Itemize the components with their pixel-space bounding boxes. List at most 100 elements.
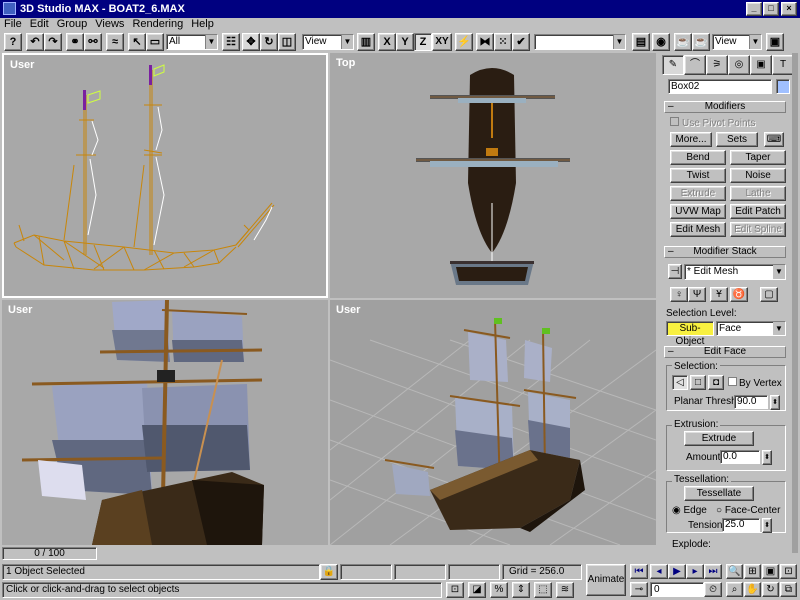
viewport-user-bottom-right[interactable]: User [330, 300, 656, 545]
make-unique-icon[interactable]: Ұ [710, 287, 728, 302]
uvw-map-button[interactable]: UVW Map [670, 204, 726, 219]
percent-snap-icon[interactable]: % [490, 582, 508, 598]
align-icon[interactable]: ✔ [512, 33, 530, 51]
amount-spinner[interactable]: ⬍ [762, 450, 772, 465]
time-slider[interactable]: 0 / 100 [2, 547, 97, 560]
edit-patch-button[interactable]: Edit Patch [730, 204, 786, 219]
degrade-override-icon[interactable]: ≋ [556, 582, 574, 598]
lathe-button[interactable]: Lathe [730, 186, 786, 201]
select-object-icon[interactable]: ↖ [128, 33, 146, 51]
zoom-extents-icon[interactable]: ▣ [762, 564, 779, 579]
sub-object-button[interactable]: Sub-Object [666, 321, 714, 347]
face-select-icon[interactable]: ◁ [672, 375, 688, 390]
undo-icon[interactable]: ↶ [26, 33, 44, 51]
modifier-stack-rollout-header[interactable]: – Modifier Stack [664, 246, 786, 258]
inverse-kinematics-icon[interactable]: ⚡ [455, 33, 473, 51]
hierarchy-tab-icon[interactable]: ⚞ [706, 55, 728, 75]
planar-thresh-spinner[interactable]: ⬍ [770, 395, 780, 410]
display-tab-icon[interactable]: ▣ [750, 55, 772, 75]
element-select-icon[interactable]: ◘ [708, 375, 724, 390]
show-end-result-icon[interactable]: Ψ [688, 287, 706, 302]
unlink-icon[interactable]: ⚯ [84, 33, 102, 51]
polygon-select-icon[interactable]: □ [690, 375, 706, 390]
redo-icon[interactable]: ↷ [44, 33, 62, 51]
maximize-button[interactable]: □ [763, 2, 779, 16]
go-to-end-icon[interactable]: ⏭ [704, 564, 722, 579]
spinner-snap-icon[interactable]: ⇕ [512, 582, 530, 598]
move-icon[interactable]: ✥ [242, 33, 260, 51]
menu-help[interactable]: Help [191, 18, 214, 30]
taper-button[interactable]: Taper [730, 150, 786, 165]
select-by-name-icon[interactable]: ☷ [222, 33, 240, 51]
edit-mesh-button[interactable]: Edit Mesh [670, 222, 726, 237]
face-center-radio[interactable]: ○ Face-Center [716, 505, 780, 516]
viewport-user-top-left[interactable]: User [2, 53, 328, 298]
rotate-icon[interactable]: ↻ [260, 33, 278, 51]
selection-filter-dropdown[interactable]: All ▼ [166, 34, 218, 50]
scale-icon[interactable]: ◫ [278, 33, 296, 51]
pin-stack-icon[interactable]: ⊣ [668, 264, 682, 279]
quick-render-icon[interactable]: ☕ [692, 33, 710, 51]
command-panel-scrollbar[interactable] [792, 53, 798, 553]
current-frame-field[interactable]: 0 [650, 582, 704, 597]
min-max-toggle-icon[interactable]: ⧉ [780, 582, 797, 597]
render-scene-icon[interactable]: ☕ [674, 33, 692, 51]
configure-sets-icon[interactable]: ⌨ [764, 132, 784, 147]
axis-y-button[interactable]: Y [396, 33, 414, 51]
object-color-swatch[interactable] [776, 79, 790, 94]
key-mode-icon[interactable]: ⊸ [630, 582, 648, 597]
noise-button[interactable]: Noise [730, 168, 786, 183]
render-view-dropdown[interactable]: View ▼ [712, 34, 762, 50]
bind-space-warp-icon[interactable]: ≈ [106, 33, 124, 51]
modifier-stack-dropdown[interactable]: * Edit Mesh ▼ [684, 264, 786, 280]
mirror-icon[interactable]: ⧓ [476, 33, 494, 51]
sub-object-level-dropdown[interactable]: Face ▼ [716, 321, 786, 336]
tessellate-button[interactable]: Tessellate [684, 486, 754, 501]
axis-xy-button[interactable]: XY [432, 33, 452, 51]
render-last-icon[interactable]: ▣ [766, 33, 784, 51]
more-modifiers-button[interactable]: More... [670, 132, 712, 147]
extrude-modifier-button[interactable]: Extrude [670, 186, 726, 201]
menu-group[interactable]: Group [57, 18, 88, 30]
close-button[interactable]: × [781, 2, 797, 16]
link-icon[interactable]: ⚭ [66, 33, 84, 51]
zoom-extents-all-icon[interactable]: ⊡ [780, 564, 797, 579]
axis-x-button[interactable]: X [378, 33, 396, 51]
modify-tab-icon[interactable]: ⌒ [684, 55, 706, 75]
modifier-sets-button[interactable]: Sets [716, 132, 758, 147]
viewport-user-bottom-left[interactable]: User [2, 300, 328, 545]
window-crossing-icon[interactable]: ⬚ [534, 582, 552, 598]
animate-button[interactable]: Animate [586, 564, 626, 596]
reference-coord-dropdown[interactable]: View ▼ [302, 34, 354, 50]
tension-spinner[interactable]: ⬍ [762, 518, 772, 533]
previous-frame-icon[interactable]: ◂ [650, 564, 668, 579]
remove-modifier-icon[interactable]: ♉ [730, 287, 748, 302]
named-selection-dropdown[interactable]: ▼ [534, 34, 626, 50]
angle-snap-icon[interactable]: ◪ [468, 582, 486, 598]
twist-button[interactable]: Twist [670, 168, 726, 183]
utilities-tab-icon[interactable]: T [772, 55, 794, 75]
planar-thresh-field[interactable]: 90.0 [734, 395, 768, 409]
pan-icon[interactable]: ✋ [744, 582, 761, 597]
by-vertex-checkbox[interactable]: By Vertex [728, 377, 782, 389]
array-icon[interactable]: ⁙ [494, 33, 512, 51]
viewport-top[interactable]: Top [330, 53, 656, 298]
play-icon[interactable]: ▶ [668, 564, 686, 579]
arc-rotate-icon[interactable]: ↻ [762, 582, 779, 597]
material-editor-icon[interactable]: ◉ [652, 33, 670, 51]
axis-z-button[interactable]: Z [414, 33, 432, 51]
edit-spline-button[interactable]: Edit Spline [730, 222, 786, 237]
track-view-icon[interactable]: ▤ [632, 33, 650, 51]
menu-file[interactable]: File [4, 18, 22, 30]
lock-selection-icon[interactable]: 🔒 [320, 564, 338, 580]
edit-stack-icon[interactable]: ▢ [760, 287, 778, 302]
menu-views[interactable]: Views [95, 18, 124, 30]
bend-button[interactable]: Bend [670, 150, 726, 165]
zoom-all-icon[interactable]: ⊞ [744, 564, 761, 579]
snap-toggle-icon[interactable]: ⊡ [446, 582, 464, 598]
motion-tab-icon[interactable]: ◎ [728, 55, 750, 75]
zoom-icon[interactable]: 🔍 [726, 564, 743, 579]
active-inactive-icon[interactable]: ♀ [670, 287, 688, 302]
modifiers-rollout-header[interactable]: – Modifiers [664, 101, 786, 113]
edit-face-rollout-header[interactable]: – Edit Face [664, 346, 786, 358]
